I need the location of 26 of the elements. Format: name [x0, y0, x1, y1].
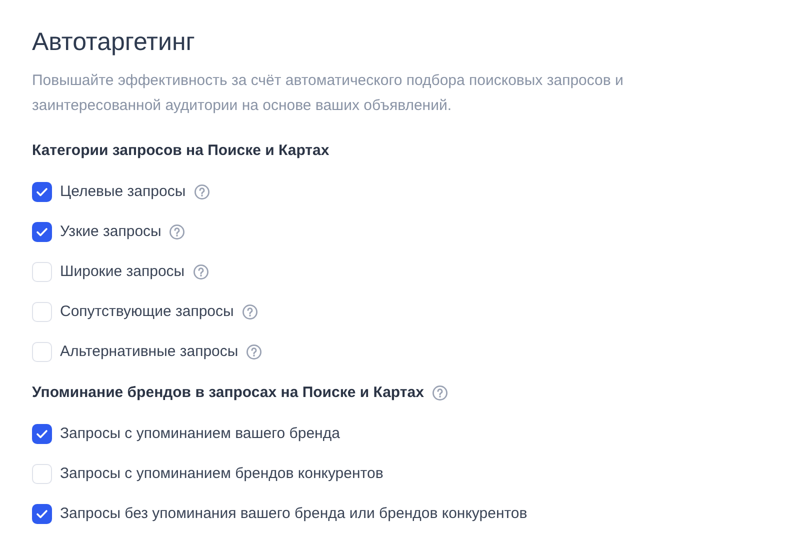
checkmark-icon [35, 185, 49, 199]
checkmark-icon [35, 225, 49, 239]
checkbox[interactable] [32, 504, 52, 524]
page-title: Автотаргетинг [32, 27, 196, 58]
checkbox[interactable] [32, 222, 52, 242]
checkbox-label[interactable]: Запросы с упоминанием брендов конкурентов [60, 462, 384, 486]
help-icon[interactable] [242, 304, 258, 320]
help-icon[interactable] [246, 344, 262, 360]
help-icon[interactable] [194, 184, 210, 200]
help-icon[interactable] [169, 224, 186, 240]
checkbox-label[interactable]: Запросы с упоминанием вашего бренда [60, 422, 340, 446]
checkbox-label[interactable]: Альтернативные запросы [60, 340, 238, 364]
section-heading: Категории запросов на Поиске и Картах [32, 141, 330, 161]
help-icon[interactable] [432, 385, 448, 401]
checkbox-label[interactable]: Сопутствующие запросы [60, 300, 234, 324]
checkbox-label[interactable]: Широкие запросы [60, 260, 185, 284]
checkbox-label[interactable]: Целевые запросы [60, 180, 186, 204]
checkbox-label[interactable]: Запросы без упоминания вашего бренда или брендов конкурентов [60, 502, 528, 526]
checkbox-label[interactable]: Узкие запросы [60, 220, 162, 244]
section-heading: Упоминание брендов в запросах на Поиске и Картах [32, 383, 424, 403]
help-icon[interactable] [192, 264, 209, 280]
description-text: Повышайте эффективность за счёт автоматического подбора поисковых запросов и заинтересованной аудитории на основе ваших объявлений. [32, 71, 624, 116]
checkbox[interactable] [32, 182, 52, 202]
checkmark-icon [35, 427, 49, 441]
checkmark-icon [35, 507, 49, 521]
checkbox[interactable] [32, 424, 52, 444]
